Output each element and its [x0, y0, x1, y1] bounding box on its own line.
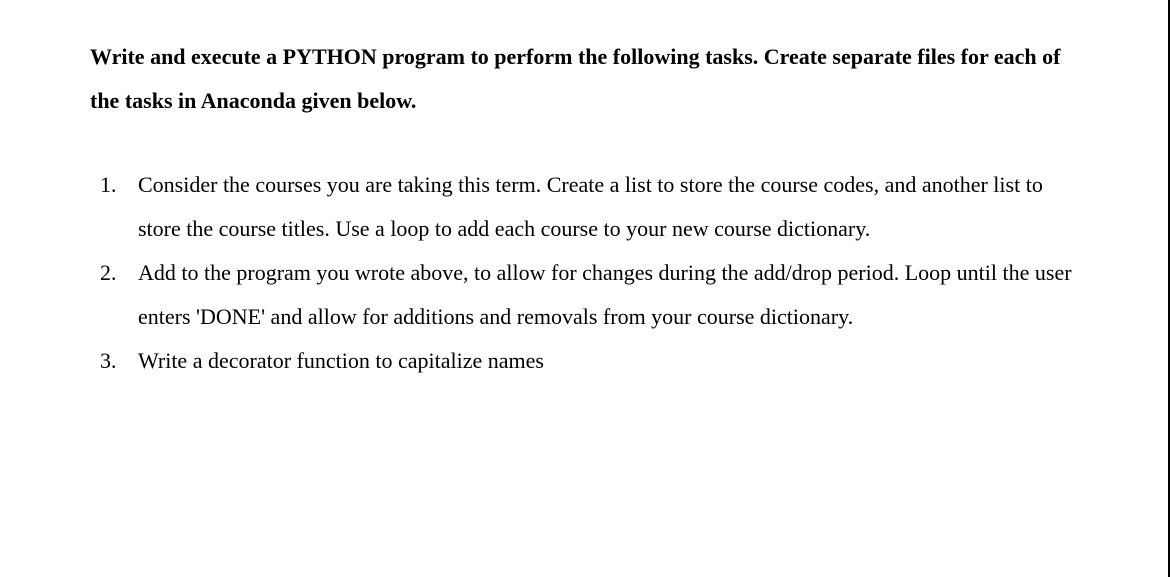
instruction-paragraph: Write and execute a PYTHON program to pe… — [90, 35, 1078, 123]
task-item: Consider the courses you are taking this… — [90, 163, 1078, 251]
document-page: Write and execute a PYTHON program to pe… — [0, 0, 1170, 577]
task-list: Consider the courses you are taking this… — [90, 163, 1078, 383]
task-text: Consider the courses you are taking this… — [138, 163, 1078, 251]
task-text: Write a decorator function to capitalize… — [138, 339, 1078, 383]
task-item: Write a decorator function to capitalize… — [90, 339, 1078, 383]
task-item: Add to the program you wrote above, to a… — [90, 251, 1078, 339]
task-text: Add to the program you wrote above, to a… — [138, 251, 1078, 339]
